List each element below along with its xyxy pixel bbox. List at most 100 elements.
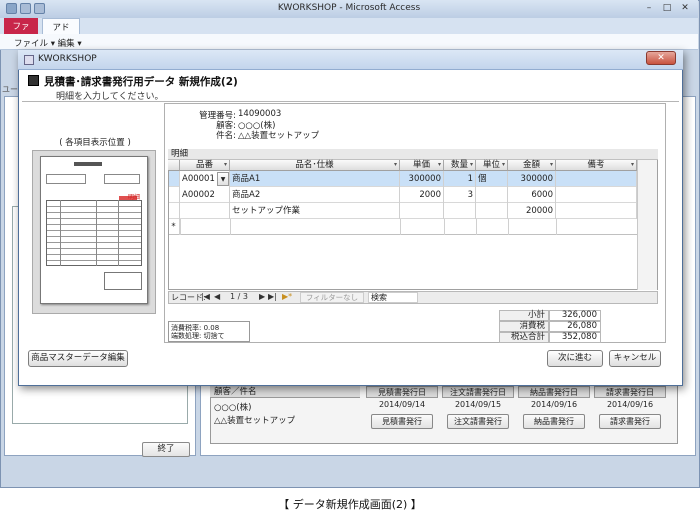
cell-amount[interactable]: 6000 (508, 187, 556, 203)
col-header-price[interactable]: 単価 ▾ (400, 160, 444, 171)
grid-line (400, 219, 401, 235)
grid-line (230, 219, 231, 235)
grid-line (556, 219, 557, 235)
grid-line (476, 219, 477, 235)
row-selector-header (168, 160, 180, 171)
dialog-close-button[interactable]: ✕ (646, 51, 676, 65)
subtotal-value: 326,000 (549, 310, 601, 321)
cell-note[interactable] (556, 203, 637, 219)
tab-file[interactable]: ファイル (4, 18, 38, 44)
row-selector[interactable] (168, 171, 180, 187)
new-record-button[interactable]: ▶* (282, 292, 292, 301)
issue-delivery-button[interactable]: 納品書発行 (523, 414, 585, 429)
cell-unit[interactable] (476, 187, 508, 203)
preview-col-line (60, 200, 61, 266)
row-selector[interactable] (168, 187, 180, 203)
cell-qty[interactable]: 3 (444, 187, 476, 203)
cell-unit[interactable] (476, 203, 508, 219)
total-label: 税込合計 (499, 332, 549, 343)
close-icon[interactable]: ✕ (678, 2, 692, 15)
menu-file-edit[interactable]: ファイル ▾ 編集 ▾ (14, 37, 82, 49)
invoice-date: 2014/09/16 (606, 400, 654, 409)
cell-price[interactable]: 2000 (400, 187, 444, 203)
cell-name[interactable]: セットアップ作業 (230, 203, 400, 219)
col-header-name[interactable]: 品名･仕様 ▾ (230, 160, 400, 171)
grid-line (444, 219, 445, 235)
code-dropdown-icon[interactable]: ▼ (217, 172, 229, 186)
cell-note[interactable] (556, 171, 637, 187)
cancel-button[interactable]: キャンセル (609, 350, 661, 367)
cell-qty[interactable] (444, 203, 476, 219)
customer-subject-header: 顧客／件名 (210, 386, 360, 398)
next-record-button[interactable]: ▶ (259, 292, 265, 301)
preview-title-bar (74, 162, 102, 166)
issue-order-button[interactable]: 注文請書発行 (447, 414, 509, 429)
cell-note[interactable] (556, 187, 637, 203)
estimate-date-header: 見積書発行日 (366, 386, 438, 398)
preview-totals-block (104, 272, 142, 290)
dialog-heading: 見積書･請求書発行用データ 新規作成(2) (44, 76, 238, 88)
figure-caption: 【 データ新規作成画面(2) 】 (278, 498, 422, 511)
ribbon-tabs (0, 18, 698, 34)
preview-callout: 明細 (128, 194, 141, 201)
access-window-title: KWORKSHOP - Microsoft Access (277, 3, 421, 13)
filter-indicator[interactable]: フィルターなし (300, 292, 364, 303)
estimate-date: 2014/09/14 (378, 400, 426, 409)
delivery-date: 2014/09/16 (530, 400, 578, 409)
delivery-date-header: 納品書発行日 (518, 386, 590, 398)
record-position-input[interactable]: 1 / 3 (224, 292, 254, 301)
cell-name[interactable]: 商品A2 (230, 187, 400, 203)
maximize-icon[interactable]: □ (660, 2, 674, 15)
next-button[interactable]: 次に進む (547, 350, 603, 367)
preview-address-block (46, 174, 86, 184)
grid-scroll-area[interactable] (637, 160, 657, 290)
first-record-button[interactable]: |◀ (201, 292, 210, 301)
search-input[interactable]: 検索 (368, 292, 418, 303)
last-record-button[interactable]: ▶| (268, 292, 277, 301)
col-header-note[interactable]: 備考 ▾ (556, 160, 637, 171)
invoice-date-header: 請求書発行日 (594, 386, 666, 398)
cell-qty[interactable]: 1 (444, 171, 476, 187)
new-record-row[interactable] (169, 219, 637, 235)
row-selector[interactable] (168, 203, 180, 219)
rounding-text: 端数処理: 切捨て (171, 332, 225, 340)
issue-estimate-button[interactable]: 見積書発行 (371, 414, 433, 429)
exit-button[interactable]: 終了 (142, 442, 190, 457)
subject-label: 件名: (216, 131, 236, 141)
new-row-marker: * (168, 219, 180, 235)
order-date: 2014/09/15 (454, 400, 502, 409)
left-pane-label: ユー (2, 85, 18, 94)
cell-code[interactable] (180, 203, 230, 219)
preview-col-line (96, 200, 97, 266)
col-header-qty[interactable]: 数量 ▾ (444, 160, 476, 171)
preview-caption: ( 各項目表示位置 ) (59, 138, 131, 148)
tab-addin[interactable]: アドイン (42, 18, 80, 45)
subject-value: △△装置セットアップ (238, 131, 320, 141)
cell-price[interactable]: 300000 (400, 171, 444, 187)
prev-record-button[interactable]: ◀ (214, 292, 220, 301)
form-icon (24, 55, 34, 65)
cell-amount[interactable]: 20000 (508, 203, 556, 219)
cell-price[interactable] (400, 203, 444, 219)
detail-subform-caption: 明細 (168, 149, 658, 160)
edit-product-master-button[interactable]: 商品マスターデータ編集 (28, 350, 128, 367)
total-value: 352,080 (549, 332, 601, 343)
tax-value: 26,080 (549, 321, 601, 332)
col-header-unit[interactable]: 単位 ▾ (476, 160, 508, 171)
grid-line (508, 219, 509, 235)
dialog-window-title: KWORKSHOP (38, 54, 97, 64)
cell-unit[interactable]: 個 (476, 171, 508, 187)
grid-line (180, 219, 181, 235)
header-divider (22, 101, 679, 102)
issue-invoice-button[interactable]: 請求書発行 (599, 414, 661, 429)
cell-code[interactable]: A00002 (180, 187, 230, 203)
bg-subject: △△装置セットアップ (214, 416, 296, 426)
cell-name[interactable]: 商品A1 (230, 171, 400, 187)
col-header-code[interactable]: 品番 ▾ (180, 160, 230, 171)
form-header-icon (28, 75, 39, 86)
menu-bar (0, 34, 698, 50)
col-header-amount[interactable]: 金額 ▾ (508, 160, 556, 171)
minimize-icon[interactable]: – (642, 2, 656, 15)
subtotal-label: 小計 (499, 310, 549, 321)
cell-amount[interactable]: 300000 (508, 171, 556, 187)
